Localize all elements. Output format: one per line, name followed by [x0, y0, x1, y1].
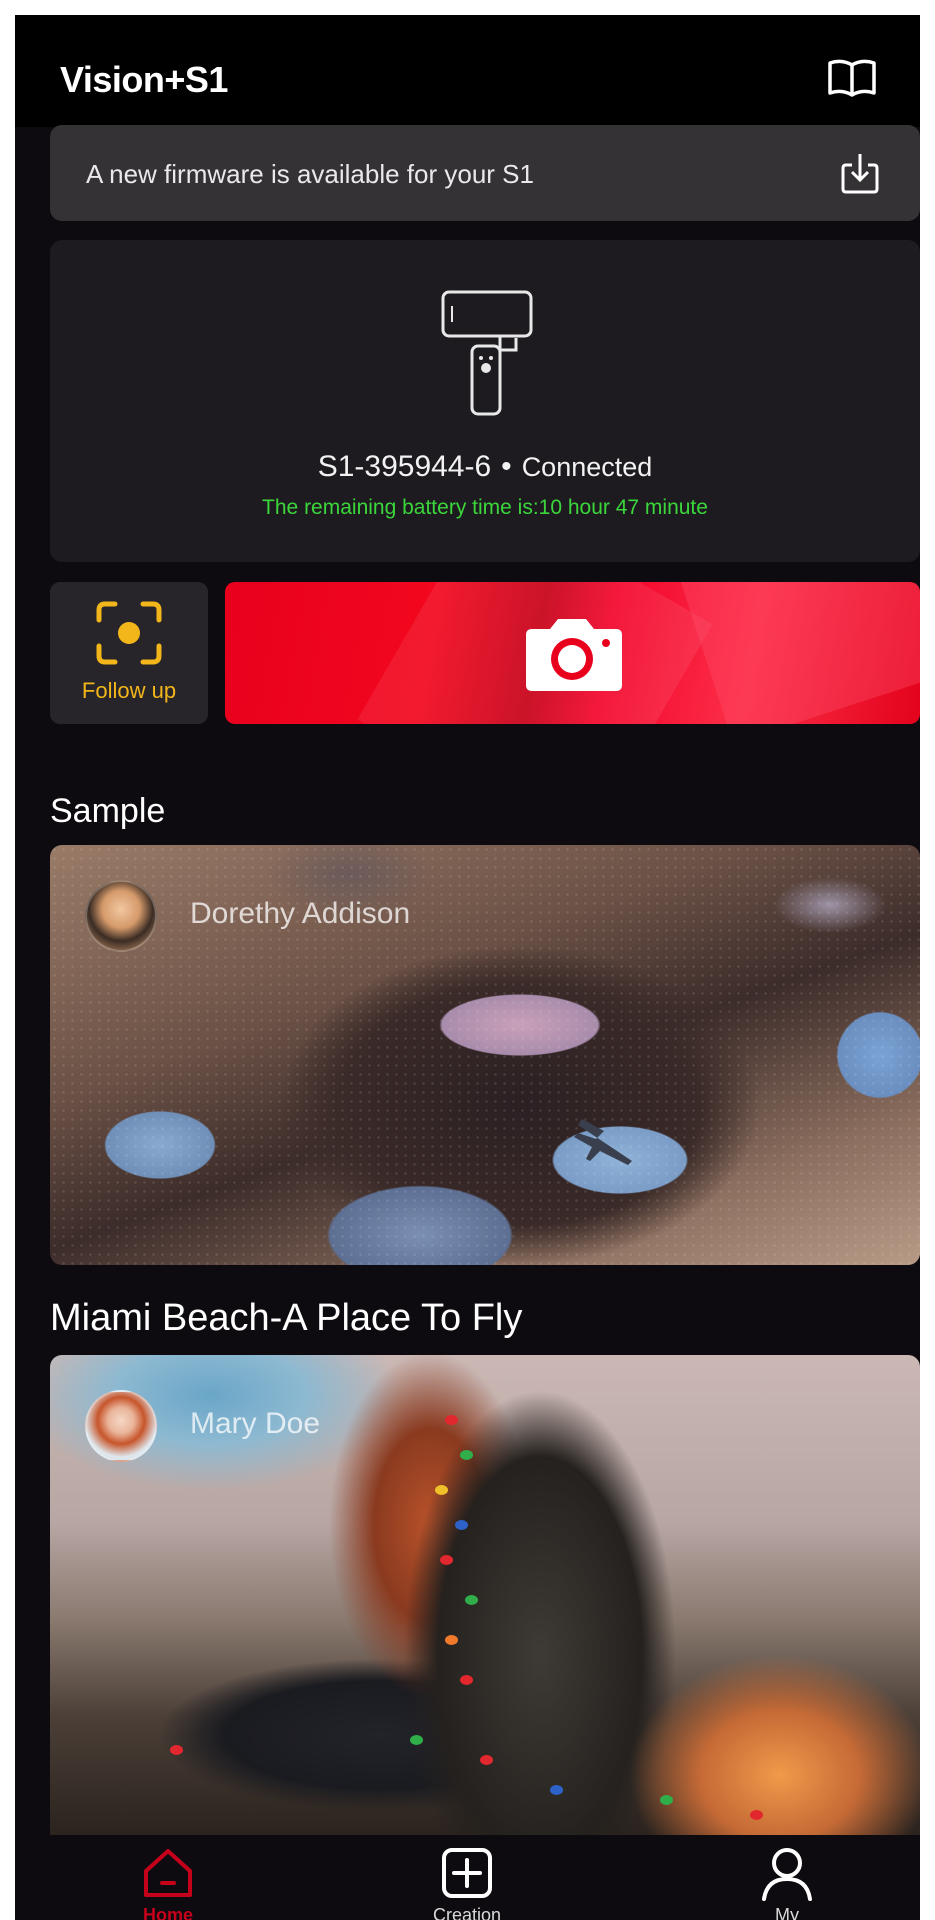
candy-dot: [660, 1795, 673, 1805]
nav-item-home[interactable]: Home: [88, 1835, 248, 1920]
candy-dot: [550, 1785, 563, 1795]
nav-label-home: Home: [142, 1905, 193, 1920]
device-info: S1-395944-6 • Connected: [50, 450, 920, 484]
avatar[interactable]: [85, 1390, 157, 1462]
avatar[interactable]: [85, 880, 157, 952]
battery-time: The remaining battery time is:10 hour 47…: [262, 496, 708, 519]
author-name[interactable]: Mary Doe: [190, 1407, 320, 1441]
firmware-banner[interactable]: A new firmware is available for your S1: [50, 125, 920, 221]
home-icon: [144, 1849, 192, 1897]
firmware-message: A new firmware is available for your S1: [86, 159, 534, 189]
bottom-nav: Home Creation My: [15, 1835, 920, 1920]
device-card: S1-395944-6 • Connected The remaining batt…: [50, 240, 920, 562]
app-screen: Vision+S1 A new firmware is available fo…: [15, 15, 920, 1920]
connection-status: Connected: [521, 452, 653, 482]
candy-dot: [445, 1635, 458, 1645]
button-facet: [671, 582, 920, 724]
card-caption[interactable]: Miami Beach-A Place To Fly: [50, 1297, 522, 1340]
candy-dot: [435, 1485, 448, 1495]
candy-dot: [445, 1415, 458, 1425]
candy-dot: [170, 1745, 183, 1755]
sample-card[interactable]: Mary Doe: [50, 1355, 920, 1835]
camera-icon: [526, 619, 622, 691]
candy-dot: [465, 1595, 478, 1605]
candy-dot: [480, 1755, 493, 1765]
candy-dot: [440, 1555, 453, 1565]
follow-up-button[interactable]: Follow up: [50, 582, 208, 724]
nav-label-my: My: [775, 1905, 799, 1920]
candy-dot: [455, 1520, 468, 1530]
separator-dot: •: [501, 450, 512, 483]
device-name: S1-395944-6: [317, 450, 492, 483]
sample-card[interactable]: Dorethy Addison: [50, 845, 920, 1265]
candy-dot: [410, 1735, 423, 1745]
section-title-sample: Sample: [50, 792, 166, 830]
plus-square-icon: [442, 1848, 492, 1898]
gimbal-phone-icon: [441, 290, 533, 416]
book-icon[interactable]: [826, 57, 878, 99]
nav-label-creation: Creation: [432, 1905, 502, 1920]
follow-up-label: Follow up: [81, 678, 177, 703]
app-title: Vision+S1: [60, 59, 228, 100]
airplane-icon: [574, 1119, 632, 1165]
top-bar: Vision+S1: [15, 15, 920, 127]
person-icon: [762, 1848, 812, 1901]
nav-item-my[interactable]: My: [707, 1835, 867, 1920]
author-name[interactable]: Dorethy Addison: [190, 897, 410, 931]
candy-dot: [460, 1675, 473, 1685]
texture-overlay: [50, 845, 920, 1265]
download-icon[interactable]: [838, 151, 882, 195]
shoot-button[interactable]: [225, 582, 920, 724]
candy-dot: [750, 1810, 763, 1820]
face-tracking-icon: [96, 601, 162, 665]
candy-dot: [460, 1450, 473, 1460]
nav-item-creation[interactable]: Creation: [387, 1835, 547, 1920]
